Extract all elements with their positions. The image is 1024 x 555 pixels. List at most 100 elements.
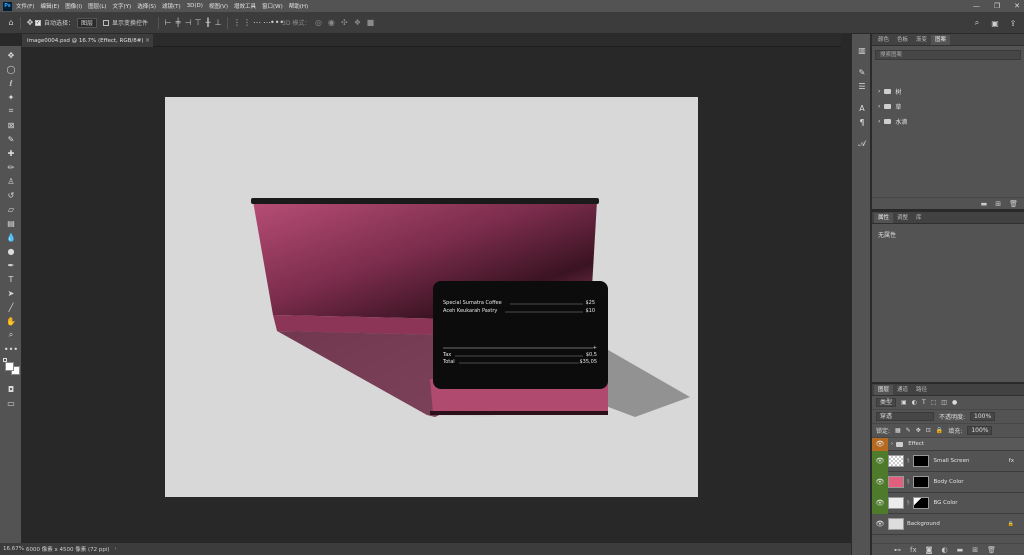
pattern-group-tree[interactable]: › 树 xyxy=(872,84,1024,99)
healing-brush-icon[interactable]: ✚ xyxy=(5,147,17,159)
filter-toggle-icon[interactable]: ● xyxy=(952,399,957,406)
new-group-icon[interactable]: ▬ xyxy=(957,546,964,554)
menu-view[interactable]: 视图(V) xyxy=(209,2,228,10)
new-group-icon[interactable]: ▬ xyxy=(981,200,988,208)
chevron-right-icon[interactable]: › xyxy=(891,441,893,447)
layer-row-small-screen[interactable]: 👁 § Small Screen fx xyxy=(872,450,1024,472)
lock-artboard-icon[interactable]: ⊡ xyxy=(926,427,931,434)
link-layers-icon[interactable]: ⊷ xyxy=(894,546,901,554)
new-pattern-icon[interactable]: ⊞ xyxy=(995,200,1001,208)
menu-plugins[interactable]: 增效工具 xyxy=(234,2,256,10)
lock-pixels-icon[interactable]: ▦ xyxy=(895,427,901,434)
lasso-tool-icon[interactable]: ℓ xyxy=(5,77,17,89)
menu-select[interactable]: 选择(S) xyxy=(137,2,156,10)
share-icon[interactable]: ⇪ xyxy=(1008,18,1018,28)
eyedropper-icon[interactable]: ✎ xyxy=(5,133,17,145)
brush-panel-icon[interactable]: ✎ xyxy=(856,66,868,78)
crop-tool-icon[interactable]: ⌗ xyxy=(5,105,17,117)
filter-type-icon[interactable]: T xyxy=(922,399,926,406)
frame-tool-icon[interactable]: ⊠ xyxy=(5,119,17,131)
tab-gradients[interactable]: 渐变 xyxy=(912,35,931,45)
fx-icon[interactable]: fx xyxy=(1009,458,1014,464)
tab-swatches[interactable]: 色板 xyxy=(893,35,912,45)
layer-row-background[interactable]: 👁 Background 🔒 xyxy=(872,514,1024,535)
foreground-color-swatch[interactable] xyxy=(5,362,14,371)
distribute-1-icon[interactable]: ⋮ xyxy=(232,18,242,28)
blur-tool-icon[interactable]: 💧 xyxy=(5,231,17,243)
visibility-eye-icon[interactable]: 👁 xyxy=(872,437,888,451)
menu-filter[interactable]: 滤镜(T) xyxy=(162,2,181,10)
layer-filter-select[interactable]: 类型 xyxy=(876,398,897,407)
tab-channels[interactable]: 通道 xyxy=(893,385,912,395)
marquee-tool-icon[interactable]: ◯ xyxy=(5,63,17,75)
chevron-right-icon[interactable]: › xyxy=(878,118,880,125)
adjust-panel-icon[interactable]: ☰ xyxy=(856,80,868,92)
menu-3d[interactable]: 3D(D) xyxy=(187,3,203,9)
align-left-icon[interactable]: ⊢ xyxy=(163,18,173,28)
show-transform-checkbox[interactable] xyxy=(103,19,110,26)
filter-pixel-icon[interactable]: ▣ xyxy=(901,399,907,406)
tab-patterns[interactable]: 图案 xyxy=(931,35,951,45)
delete-layer-icon[interactable]: 🗑 xyxy=(987,546,996,554)
lock-all-icon[interactable]: 🔒 xyxy=(936,427,943,434)
layer-row-effect[interactable]: 👁 › Effect xyxy=(872,437,1024,451)
auto-select-option[interactable]: ✓ 自动选择： 图层 xyxy=(35,17,98,28)
screen-mode-icon[interactable]: ▭ xyxy=(5,397,17,409)
3d-pan-icon[interactable]: ✣ xyxy=(339,18,349,28)
auto-select-checkbox[interactable]: ✓ xyxy=(35,19,41,26)
close-tab-icon[interactable]: × xyxy=(145,37,150,44)
more-options-icon[interactable]: ••• xyxy=(270,18,284,28)
menu-file[interactable]: 文件(F) xyxy=(16,2,34,10)
align-top-icon[interactable]: ⊤ xyxy=(193,18,203,28)
magic-wand-icon[interactable]: ✦ xyxy=(5,91,17,103)
menu-window[interactable]: 窗口(W) xyxy=(262,2,283,10)
type-tool-icon[interactable]: T xyxy=(5,273,17,285)
auto-select-dropdown[interactable]: 图层 xyxy=(77,17,98,28)
pattern-search-input[interactable]: 搜索图案 xyxy=(875,50,1021,60)
dodge-tool-icon[interactable]: ● xyxy=(5,245,17,257)
path-selection-icon[interactable]: ➤ xyxy=(5,287,17,299)
color-swatches[interactable] xyxy=(3,358,20,380)
history-brush-icon[interactable]: ↺ xyxy=(5,189,17,201)
character-panel-icon[interactable]: A xyxy=(856,102,868,114)
add-mask-icon[interactable]: ◙ xyxy=(926,546,933,554)
new-layer-icon[interactable]: ⊞ xyxy=(972,546,978,554)
blend-mode-select[interactable]: 穿透 xyxy=(876,412,934,421)
tab-adjustments[interactable]: 调整 xyxy=(893,213,912,223)
close-window-button[interactable]: ✕ xyxy=(1014,2,1020,10)
visibility-eye-icon[interactable]: 👁 xyxy=(872,492,888,514)
document-tab[interactable]: Image0004.psd @ 16.7% (Effect, RGB/8#) × xyxy=(22,34,153,47)
tab-paths[interactable]: 路径 xyxy=(912,385,931,395)
restore-button[interactable]: ❐ xyxy=(994,2,1000,10)
search-icon[interactable]: ⌕ xyxy=(972,18,982,28)
3d-camera-icon[interactable]: ■ xyxy=(365,18,375,28)
visibility-eye-icon[interactable]: 👁 xyxy=(872,450,888,472)
workspace-icon[interactable]: ▣ xyxy=(990,18,1000,28)
paragraph-panel-icon[interactable]: ¶ xyxy=(856,116,868,128)
eraser-tool-icon[interactable]: ▱ xyxy=(5,203,17,215)
pen-tool-icon[interactable]: ✒ xyxy=(5,259,17,271)
zoom-level[interactable]: 16.67% xyxy=(0,546,24,552)
distribute-3-icon[interactable]: ⋯ xyxy=(252,18,262,28)
move-tool-icon[interactable]: ✥ xyxy=(5,49,17,61)
3d-orbit-icon[interactable]: ◎ xyxy=(313,18,323,28)
filter-shape-icon[interactable]: ⬚ xyxy=(931,399,937,406)
clone-stamp-icon[interactable]: ♙ xyxy=(5,175,17,187)
edit-toolbar-icon[interactable]: ••• xyxy=(4,343,18,355)
opacity-input[interactable]: 100% xyxy=(970,412,996,421)
tab-layers[interactable]: 图层 xyxy=(874,385,894,395)
lock-paint-icon[interactable]: ✎ xyxy=(906,427,911,434)
align-bottom-icon[interactable]: ⊥ xyxy=(213,18,223,28)
layer-mask-thumbnail[interactable] xyxy=(912,497,929,509)
fill-input[interactable]: 100% xyxy=(967,426,993,435)
document-canvas[interactable]: Special Sumatra Coffee $25 Aceh Keukarah… xyxy=(165,97,698,497)
align-middle-icon[interactable]: ╫ xyxy=(203,18,213,28)
tab-color[interactable]: 颜色 xyxy=(874,35,893,45)
lock-position-icon[interactable]: ✥ xyxy=(916,427,921,434)
home-icon[interactable]: ⌂ xyxy=(6,18,16,28)
history-panel-icon[interactable]: ▥ xyxy=(856,44,868,56)
distribute-2-icon[interactable]: ⋮ xyxy=(242,18,252,28)
menu-layer[interactable]: 图层(L) xyxy=(88,2,106,10)
brush-tool-icon[interactable]: ✏ xyxy=(5,161,17,173)
chevron-right-icon[interactable]: › xyxy=(878,88,880,95)
